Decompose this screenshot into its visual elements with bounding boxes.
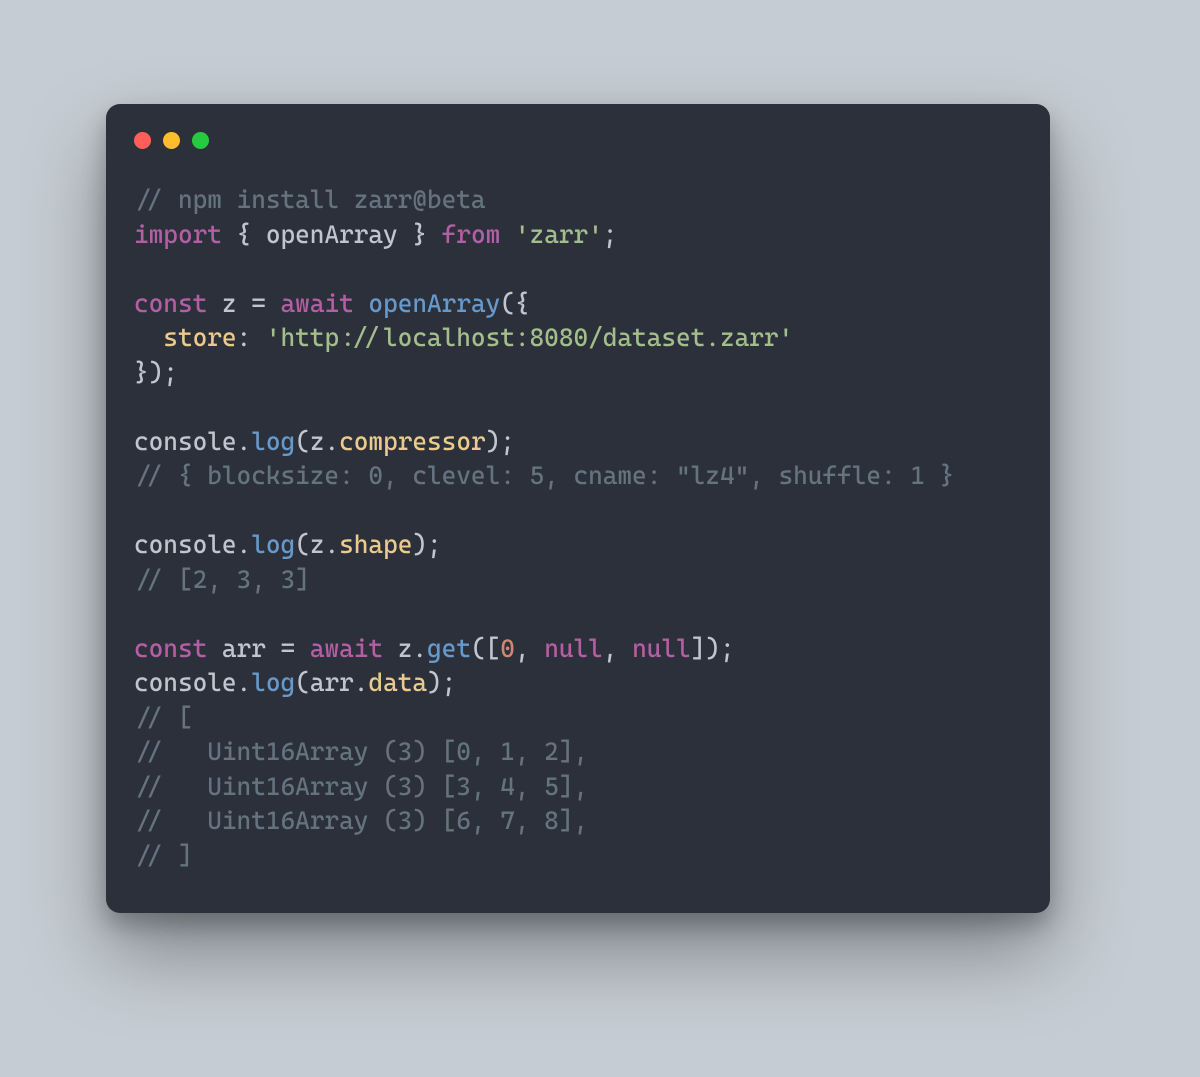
punct: . [354, 668, 369, 697]
punct: = [266, 634, 310, 663]
identifier: openArray [266, 220, 398, 249]
close-icon[interactable] [134, 132, 151, 149]
identifier: z [310, 427, 325, 456]
identifier: z [310, 530, 325, 559]
space [354, 289, 369, 318]
zoom-icon[interactable] [192, 132, 209, 149]
punct: , [515, 634, 544, 663]
identifier: console [134, 427, 237, 456]
keyword-await: await [281, 289, 354, 318]
punct: . [412, 634, 427, 663]
identifier: arr [310, 668, 354, 697]
code-comment: // Uint16Array (3) [3, 4, 5], [134, 772, 588, 801]
code-comment: // { blocksize: 0, clevel: 5, cname: "lz… [134, 461, 954, 490]
punct: , [603, 634, 632, 663]
punct: . [324, 427, 339, 456]
code-window: // npm install zarr@beta import { openAr… [106, 104, 1050, 913]
property: compressor [339, 427, 485, 456]
number: 0 [500, 634, 515, 663]
punct: ); [427, 668, 456, 697]
punct: = [237, 289, 281, 318]
keyword-import: import [134, 220, 222, 249]
keyword-null: null [632, 634, 691, 663]
code-comment: // [ [134, 703, 193, 732]
property: store [163, 323, 236, 352]
punct: . [237, 668, 252, 697]
space [383, 634, 398, 663]
punct: }); [134, 358, 178, 387]
function-call: log [251, 668, 295, 697]
punct: . [324, 530, 339, 559]
identifier: console [134, 530, 237, 559]
string: 'zarr' [515, 220, 603, 249]
space [207, 634, 222, 663]
keyword-from: from [442, 220, 501, 249]
brace: } [398, 220, 442, 249]
property: shape [339, 530, 412, 559]
punct: ( [295, 668, 310, 697]
punct: ({ [500, 289, 529, 318]
identifier: z [222, 289, 237, 318]
punct: ]); [691, 634, 735, 663]
code-block: // npm install zarr@beta import { openAr… [134, 183, 1022, 873]
function-call: openArray [368, 289, 500, 318]
space [500, 220, 515, 249]
code-comment: // [2, 3, 3] [134, 565, 310, 594]
keyword-null: null [544, 634, 603, 663]
identifier: arr [222, 634, 266, 663]
punct: . [237, 427, 252, 456]
minimize-icon[interactable] [163, 132, 180, 149]
space [207, 289, 222, 318]
code-comment: // Uint16Array (3) [0, 1, 2], [134, 737, 588, 766]
punct: ( [295, 530, 310, 559]
function-call: get [427, 634, 471, 663]
window-traffic-lights [134, 132, 1022, 149]
indent [134, 323, 163, 352]
stage: // npm install zarr@beta import { openAr… [0, 0, 1200, 1077]
property: data [368, 668, 427, 697]
code-comment: // Uint16Array (3) [6, 7, 8], [134, 806, 588, 835]
code-comment: // ] [134, 841, 193, 870]
function-call: log [251, 427, 295, 456]
keyword-await: await [310, 634, 383, 663]
punct: ( [295, 427, 310, 456]
string: 'http://localhost:8080/dataset.zarr' [266, 323, 793, 352]
identifier: z [398, 634, 413, 663]
keyword-const: const [134, 289, 207, 318]
punct: : [237, 323, 266, 352]
code-comment: // npm install zarr@beta [134, 185, 486, 214]
punct: ); [412, 530, 441, 559]
punct: ); [486, 427, 515, 456]
punct: . [237, 530, 252, 559]
brace: { [222, 220, 266, 249]
identifier: console [134, 668, 237, 697]
punct: ; [603, 220, 618, 249]
punct: ([ [471, 634, 500, 663]
function-call: log [251, 530, 295, 559]
keyword-const: const [134, 634, 207, 663]
